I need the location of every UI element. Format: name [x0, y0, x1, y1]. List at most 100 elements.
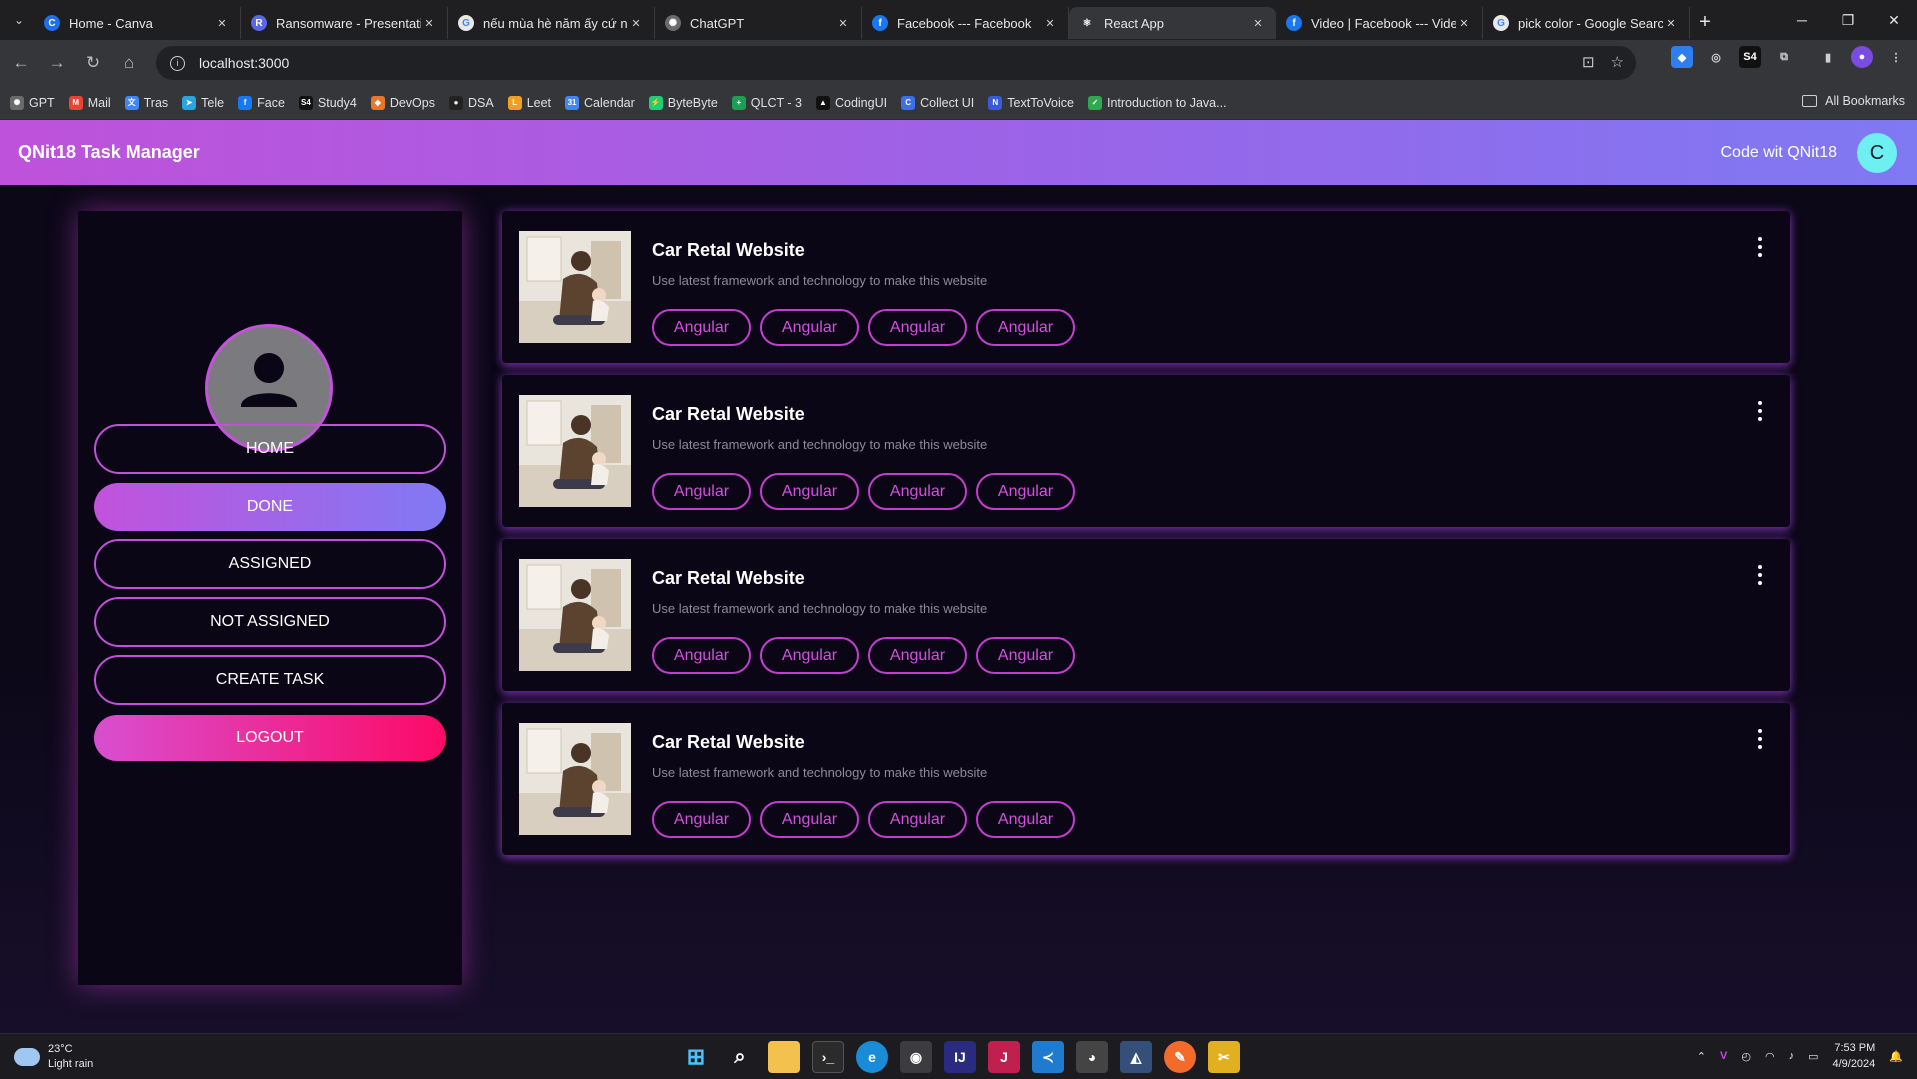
browser-tab[interactable]: R Ransomware - Presentation✕	[241, 7, 448, 39]
profile-icon[interactable]: ●	[1851, 46, 1873, 68]
task-tag[interactable]: Angular	[652, 309, 751, 346]
logout-button[interactable]: LOGOUT	[94, 715, 446, 761]
minimize-icon[interactable]: ─	[1779, 0, 1825, 40]
system-clock[interactable]: 7:53 PM 4/9/2024	[1832, 1040, 1875, 1072]
edge-icon[interactable]: e	[856, 1041, 888, 1073]
vscode-icon[interactable]: ≺	[1032, 1041, 1064, 1073]
all-bookmarks-button[interactable]: All Bookmarks	[1802, 94, 1905, 108]
tray-chevron-icon[interactable]: ⌃	[1697, 1050, 1706, 1063]
extension-drop-icon[interactable]: ◆	[1671, 46, 1693, 68]
task-card[interactable]: Car Retal Website Use latest framework an…	[502, 703, 1790, 855]
weather-widget[interactable]: 23°C Light rain	[14, 1042, 93, 1072]
extension-s4-icon[interactable]: S4	[1739, 46, 1761, 68]
wifi-icon[interactable]: ◠	[1765, 1050, 1775, 1063]
tab-close-icon[interactable]: ✕	[214, 17, 230, 30]
task-tag[interactable]: Angular	[976, 473, 1075, 510]
nav-not-assigned-button[interactable]: NOT ASSIGNED	[94, 597, 446, 647]
task-tag[interactable]: Angular	[868, 637, 967, 674]
browser-menu-icon[interactable]: ⋮	[1885, 46, 1907, 68]
bookmark-item[interactable]: ⚡ ByteByte	[648, 95, 718, 110]
nav-done-button[interactable]: DONE	[94, 483, 446, 531]
extension-compass-icon[interactable]: ◎	[1705, 46, 1727, 68]
task-card[interactable]: Car Retal Website Use latest framework an…	[502, 211, 1790, 363]
github-desktop-icon[interactable]: ◕	[1076, 1041, 1108, 1073]
terminal-icon[interactable]: ›_	[812, 1041, 844, 1073]
browser-tab[interactable]: ✺ ChatGPT ✕	[655, 7, 862, 39]
task-tag[interactable]: Angular	[760, 801, 859, 838]
browser-tab[interactable]: f Facebook --- Facebook ✕	[862, 7, 1069, 39]
bookmark-item[interactable]: N TextToVoice	[988, 95, 1074, 110]
browser-tab[interactable]: Gnếu mùa hè năm ấy cứ ng ✕	[448, 7, 655, 39]
bookmark-item[interactable]: ✺ GPT	[10, 95, 55, 110]
bookmark-item[interactable]: f Face	[238, 95, 285, 110]
mysql-icon[interactable]: ◭	[1120, 1041, 1152, 1073]
task-tag[interactable]: Angular	[652, 801, 751, 838]
nav-home-button[interactable]: HOME	[94, 424, 446, 474]
notification-bell-icon[interactable]: 🔔	[1889, 1050, 1903, 1063]
intellij-icon[interactable]: IJ	[944, 1041, 976, 1073]
tray-clock-app-icon[interactable]: ◴	[1741, 1050, 1751, 1063]
bookmark-item[interactable]: ✓ Introduction to Java...	[1088, 95, 1227, 110]
volume-icon[interactable]: ♪	[1789, 1050, 1795, 1062]
task-tag[interactable]: Angular	[976, 801, 1075, 838]
bookmark-item[interactable]: ● DSA	[448, 95, 494, 110]
side-panel-icon[interactable]: ▮	[1817, 46, 1839, 68]
forward-icon[interactable]: →	[40, 46, 74, 80]
task-more-options-icon[interactable]	[1756, 237, 1764, 257]
task-tag[interactable]: Angular	[976, 309, 1075, 346]
tab-close-icon[interactable]: ✕	[421, 17, 437, 30]
extensions-puzzle-icon[interactable]: ⧉	[1773, 46, 1795, 68]
bookmark-item[interactable]: ▲ CodingUI	[815, 95, 887, 110]
bookmark-star-icon[interactable]: ☆	[1611, 53, 1624, 71]
bookmark-item[interactable]: C Collect UI	[901, 95, 974, 110]
restore-icon[interactable]: ❐	[1825, 0, 1871, 40]
browser-tab[interactable]: f Video | Facebook --- Video ✕	[1276, 7, 1483, 39]
home-icon[interactable]: ⌂	[112, 46, 146, 80]
task-tag[interactable]: Angular	[652, 473, 751, 510]
close-window-icon[interactable]: ✕	[1871, 0, 1917, 40]
task-tag[interactable]: Angular	[652, 637, 751, 674]
task-tag[interactable]: Angular	[760, 309, 859, 346]
bookmark-item[interactable]: 31 Calendar	[565, 95, 635, 110]
nav-assigned-button[interactable]: ASSIGNED	[94, 539, 446, 589]
tab-close-icon[interactable]: ✕	[1663, 17, 1679, 30]
jetbrains-icon[interactable]: J	[988, 1041, 1020, 1073]
tab-close-icon[interactable]: ✕	[1250, 17, 1266, 30]
file-explorer-icon[interactable]	[768, 1041, 800, 1073]
tab-close-icon[interactable]: ✕	[1456, 17, 1472, 30]
tab-close-icon[interactable]: ✕	[628, 17, 644, 30]
windows-start-icon[interactable]: ⊞	[680, 1041, 712, 1073]
task-more-options-icon[interactable]	[1756, 401, 1764, 421]
address-bar[interactable]: i localhost:3000 ⊡ ☆	[156, 46, 1636, 80]
tab-close-icon[interactable]: ✕	[1042, 17, 1058, 30]
task-tag[interactable]: Angular	[760, 473, 859, 510]
task-tag[interactable]: Angular	[868, 801, 967, 838]
task-more-options-icon[interactable]	[1756, 729, 1764, 749]
browser-tab[interactable]: ⚛ React App ✕	[1069, 7, 1276, 39]
task-tag[interactable]: Angular	[760, 637, 859, 674]
bookmark-item[interactable]: M Mail	[68, 95, 111, 110]
task-card[interactable]: Car Retal Website Use latest framework an…	[502, 375, 1790, 527]
search-icon[interactable]: ⌕	[724, 1041, 756, 1073]
task-tag[interactable]: Angular	[868, 309, 967, 346]
user-avatar[interactable]: C	[1857, 133, 1897, 173]
tray-app-v-icon[interactable]: V	[1720, 1050, 1727, 1062]
bookmark-item[interactable]: 文 Tras	[124, 95, 168, 110]
reload-icon[interactable]: ↻	[76, 46, 110, 80]
battery-icon[interactable]: ▭	[1808, 1050, 1818, 1063]
bookmark-item[interactable]: ➤ Tele	[182, 95, 224, 110]
task-more-options-icon[interactable]	[1756, 565, 1764, 585]
task-tag[interactable]: Angular	[868, 473, 967, 510]
postman-icon[interactable]: ✎	[1164, 1041, 1196, 1073]
bookmark-item[interactable]: L Leet	[507, 95, 551, 110]
site-info-icon[interactable]: i	[170, 55, 185, 71]
bookmark-item[interactable]: + QLCT - 3	[731, 95, 802, 110]
back-icon[interactable]: ←	[4, 46, 38, 80]
new-tab-icon[interactable]: +	[1690, 11, 1720, 34]
install-app-icon[interactable]: ⊡	[1582, 53, 1595, 71]
chrome-icon[interactable]: ◉	[900, 1041, 932, 1073]
nav-create-task-button[interactable]: CREATE TASK	[94, 655, 446, 705]
tab-close-icon[interactable]: ✕	[835, 17, 851, 30]
browser-tab[interactable]: Gpick color - Google Search ✕	[1483, 7, 1690, 39]
tab-search-chevron-icon[interactable]: ⌄	[4, 6, 34, 34]
